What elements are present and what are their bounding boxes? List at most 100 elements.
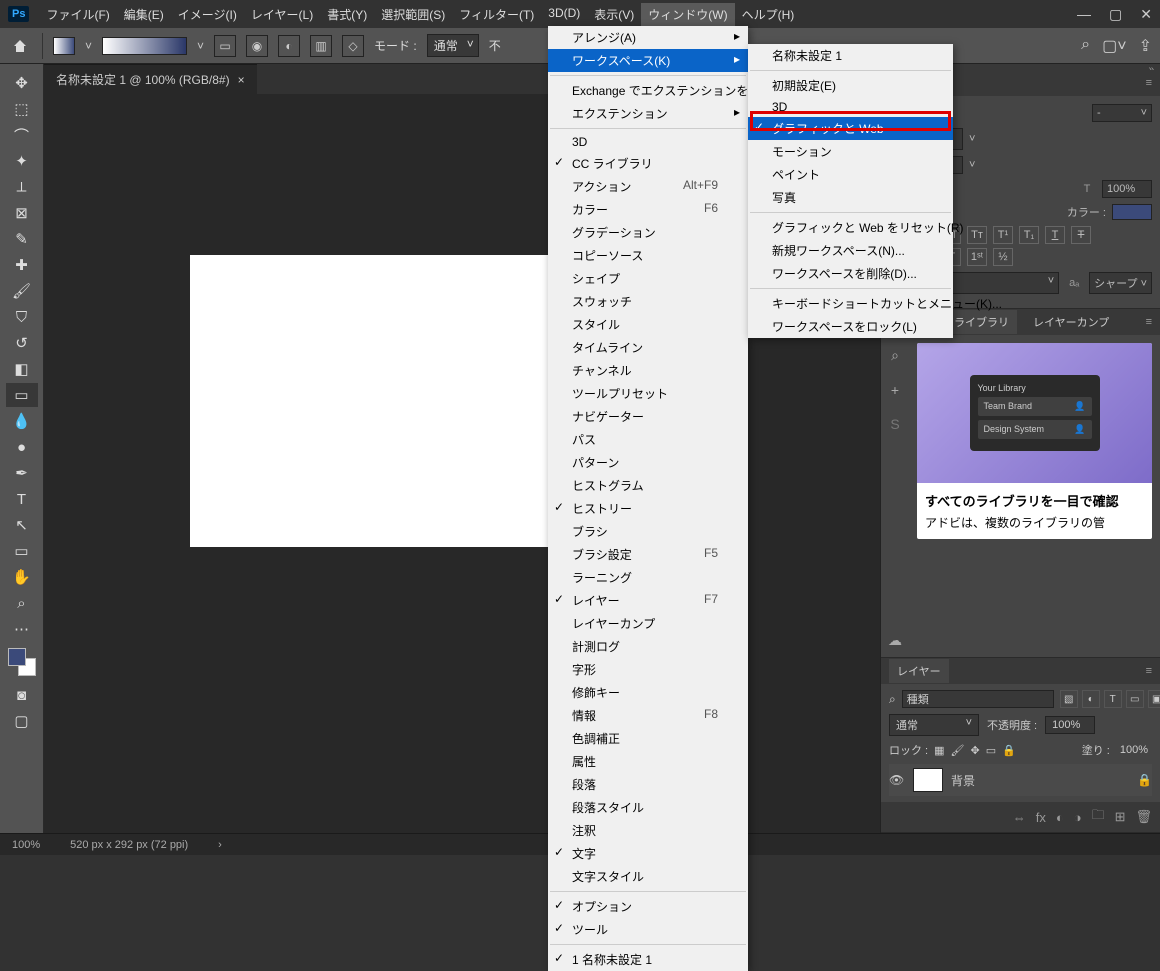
layer-mask-icon[interactable]: ◐: [1056, 810, 1064, 825]
maximize-button[interactable]: ▢: [1109, 6, 1122, 23]
antialias-select[interactable]: シャープ ˅: [1089, 272, 1152, 294]
linear-gradient-icon[interactable]: ▭: [214, 35, 236, 57]
menu-item[interactable]: ワークスペース(K)▸: [548, 49, 748, 72]
menu-item[interactable]: ワークスペースをロック(L): [748, 315, 953, 338]
menu-item[interactable]: スタイル: [548, 313, 748, 336]
layer-comps-tab[interactable]: レイヤーカンプ: [1033, 314, 1109, 330]
menu-item[interactable]: チャンネル: [548, 359, 748, 382]
share-icon[interactable]: ⇪: [1139, 36, 1152, 56]
lasso-tool[interactable]: ⌒: [6, 123, 38, 147]
zoom-tool[interactable]: ⌕: [6, 591, 38, 615]
menu-item[interactable]: ラーニング: [548, 566, 748, 589]
search-icon[interactable]: ⌕: [1081, 36, 1090, 56]
menu-item[interactable]: エクステンション▸: [548, 102, 748, 125]
menu-2[interactable]: イメージ(I): [171, 3, 244, 26]
menu-item[interactable]: 3D: [748, 97, 953, 117]
lib-search-icon[interactable]: ⌕: [891, 347, 899, 364]
menu-item[interactable]: ツールプリセット: [548, 382, 748, 405]
eyedropper-tool[interactable]: ✎: [6, 227, 38, 251]
gradient-tool[interactable]: ▭: [6, 383, 38, 407]
menu-1[interactable]: 編集(E): [117, 3, 171, 26]
quick-select-tool[interactable]: ✦: [6, 149, 38, 173]
swatch-dropdown-icon[interactable]: ˅: [85, 39, 92, 53]
menu-item[interactable]: 3D: [548, 132, 748, 152]
lock-transparent-icon[interactable]: ▦: [934, 744, 944, 757]
menu-item[interactable]: モーション: [748, 140, 953, 163]
layers-tab[interactable]: レイヤー: [889, 659, 949, 683]
menu-item[interactable]: 文字スタイル: [548, 865, 748, 888]
close-tab-icon[interactable]: ×: [238, 73, 245, 87]
brush-tool[interactable]: 🖌: [6, 279, 38, 303]
lib-sync-icon[interactable]: S: [890, 416, 899, 432]
superscript-button[interactable]: T¹: [993, 226, 1013, 244]
menu-item[interactable]: 色調補正: [548, 727, 748, 750]
lib-cloud-icon[interactable]: ☁: [888, 632, 902, 649]
marquee-tool[interactable]: ⬚: [6, 97, 38, 121]
angle-gradient-icon[interactable]: ◐: [278, 35, 300, 57]
path-select-tool[interactable]: ↖: [6, 513, 38, 537]
eraser-tool[interactable]: ◧: [6, 357, 38, 381]
filter-type-icon[interactable]: T: [1104, 690, 1122, 708]
hand-tool[interactable]: ✋: [6, 565, 38, 589]
filter-pixel-icon[interactable]: ▧: [1060, 690, 1078, 708]
menu-item[interactable]: タイムライン: [548, 336, 748, 359]
visibility-icon[interactable]: 👁: [889, 773, 905, 787]
menu-item[interactable]: 名称未設定 1: [748, 44, 953, 67]
type-tool[interactable]: T: [6, 487, 38, 511]
opacity-input[interactable]: 100%: [1045, 716, 1095, 734]
menu-8[interactable]: 表示(V): [587, 3, 641, 26]
pen-tool[interactable]: ✒: [6, 461, 38, 485]
menu-10[interactable]: ヘルプ(H): [735, 3, 802, 26]
text-color-swatch[interactable]: [1112, 204, 1152, 220]
ordinal-button[interactable]: 1ˢᵗ: [967, 248, 987, 266]
menu-item[interactable]: 注釈: [548, 819, 748, 842]
layer-blend-select[interactable]: 通常˅: [889, 714, 979, 736]
blend-mode-select[interactable]: 通常 ˅: [427, 34, 479, 57]
adjustment-layer-icon[interactable]: ◑: [1074, 810, 1082, 825]
frame-tool[interactable]: ⊠: [6, 201, 38, 225]
gradient-editor[interactable]: [102, 37, 187, 55]
menu-item[interactable]: グラフィックと Web をリセット(R): [748, 216, 953, 239]
lock-position-icon[interactable]: ✥: [971, 744, 980, 757]
rectangle-tool[interactable]: ▭: [6, 539, 38, 563]
menu-item[interactable]: ✓1 名称未設定 1: [548, 948, 748, 971]
close-button[interactable]: ✕: [1140, 6, 1152, 23]
crop-tool[interactable]: ⟂: [6, 175, 38, 199]
radial-gradient-icon[interactable]: ◉: [246, 35, 268, 57]
menu-item[interactable]: グラデーション: [548, 221, 748, 244]
color-swatch[interactable]: [8, 648, 36, 676]
lock-artboard-icon[interactable]: ▭: [986, 744, 996, 757]
canvas[interactable]: [190, 255, 560, 547]
menu-item[interactable]: 修飾キー: [548, 681, 748, 704]
menu-item[interactable]: ✓レイヤーF7: [548, 589, 748, 612]
menu-item[interactable]: パス: [548, 428, 748, 451]
menu-item[interactable]: 情報F8: [548, 704, 748, 727]
menu-item[interactable]: 新規ワークスペース(N)...: [748, 239, 953, 262]
menu-item[interactable]: アクションAlt+F9: [548, 175, 748, 198]
menu-item[interactable]: コピーソース: [548, 244, 748, 267]
delete-layer-icon[interactable]: 🗑: [1135, 809, 1152, 825]
layer-thumbnail[interactable]: [913, 768, 943, 792]
smallcaps-button[interactable]: Tᴛ: [967, 226, 987, 244]
menu-item[interactable]: ペイント: [748, 163, 953, 186]
menu-4[interactable]: 書式(Y): [320, 3, 374, 26]
move-tool[interactable]: ✥: [6, 71, 38, 95]
healing-tool[interactable]: ✚: [6, 253, 38, 277]
new-layer-icon[interactable]: ⊞: [1115, 809, 1126, 825]
menu-item[interactable]: 字形: [548, 658, 748, 681]
gradient-preview[interactable]: [53, 37, 75, 55]
font-style-select[interactable]: - ˅: [1092, 104, 1152, 122]
fill-input[interactable]: 100%: [1116, 743, 1152, 757]
quick-mask-icon[interactable]: ◙: [6, 683, 38, 707]
menu-3[interactable]: レイヤー(L): [244, 3, 320, 26]
link-layers-icon[interactable]: ⇔: [1013, 810, 1026, 825]
menu-6[interactable]: フィルター(T): [452, 3, 541, 26]
menu-item[interactable]: ナビゲーター: [548, 405, 748, 428]
menu-0[interactable]: ファイル(F): [39, 3, 116, 26]
filter-shape-icon[interactable]: ▭: [1126, 690, 1144, 708]
menu-item[interactable]: ✓グラフィックと Web: [748, 117, 953, 140]
document-info[interactable]: 520 px x 292 px (72 ppi): [70, 839, 188, 851]
layer-filter-select[interactable]: [902, 690, 1054, 708]
fraction-button[interactable]: ½: [993, 248, 1013, 266]
gradient-dropdown-icon[interactable]: ˅: [197, 39, 204, 53]
